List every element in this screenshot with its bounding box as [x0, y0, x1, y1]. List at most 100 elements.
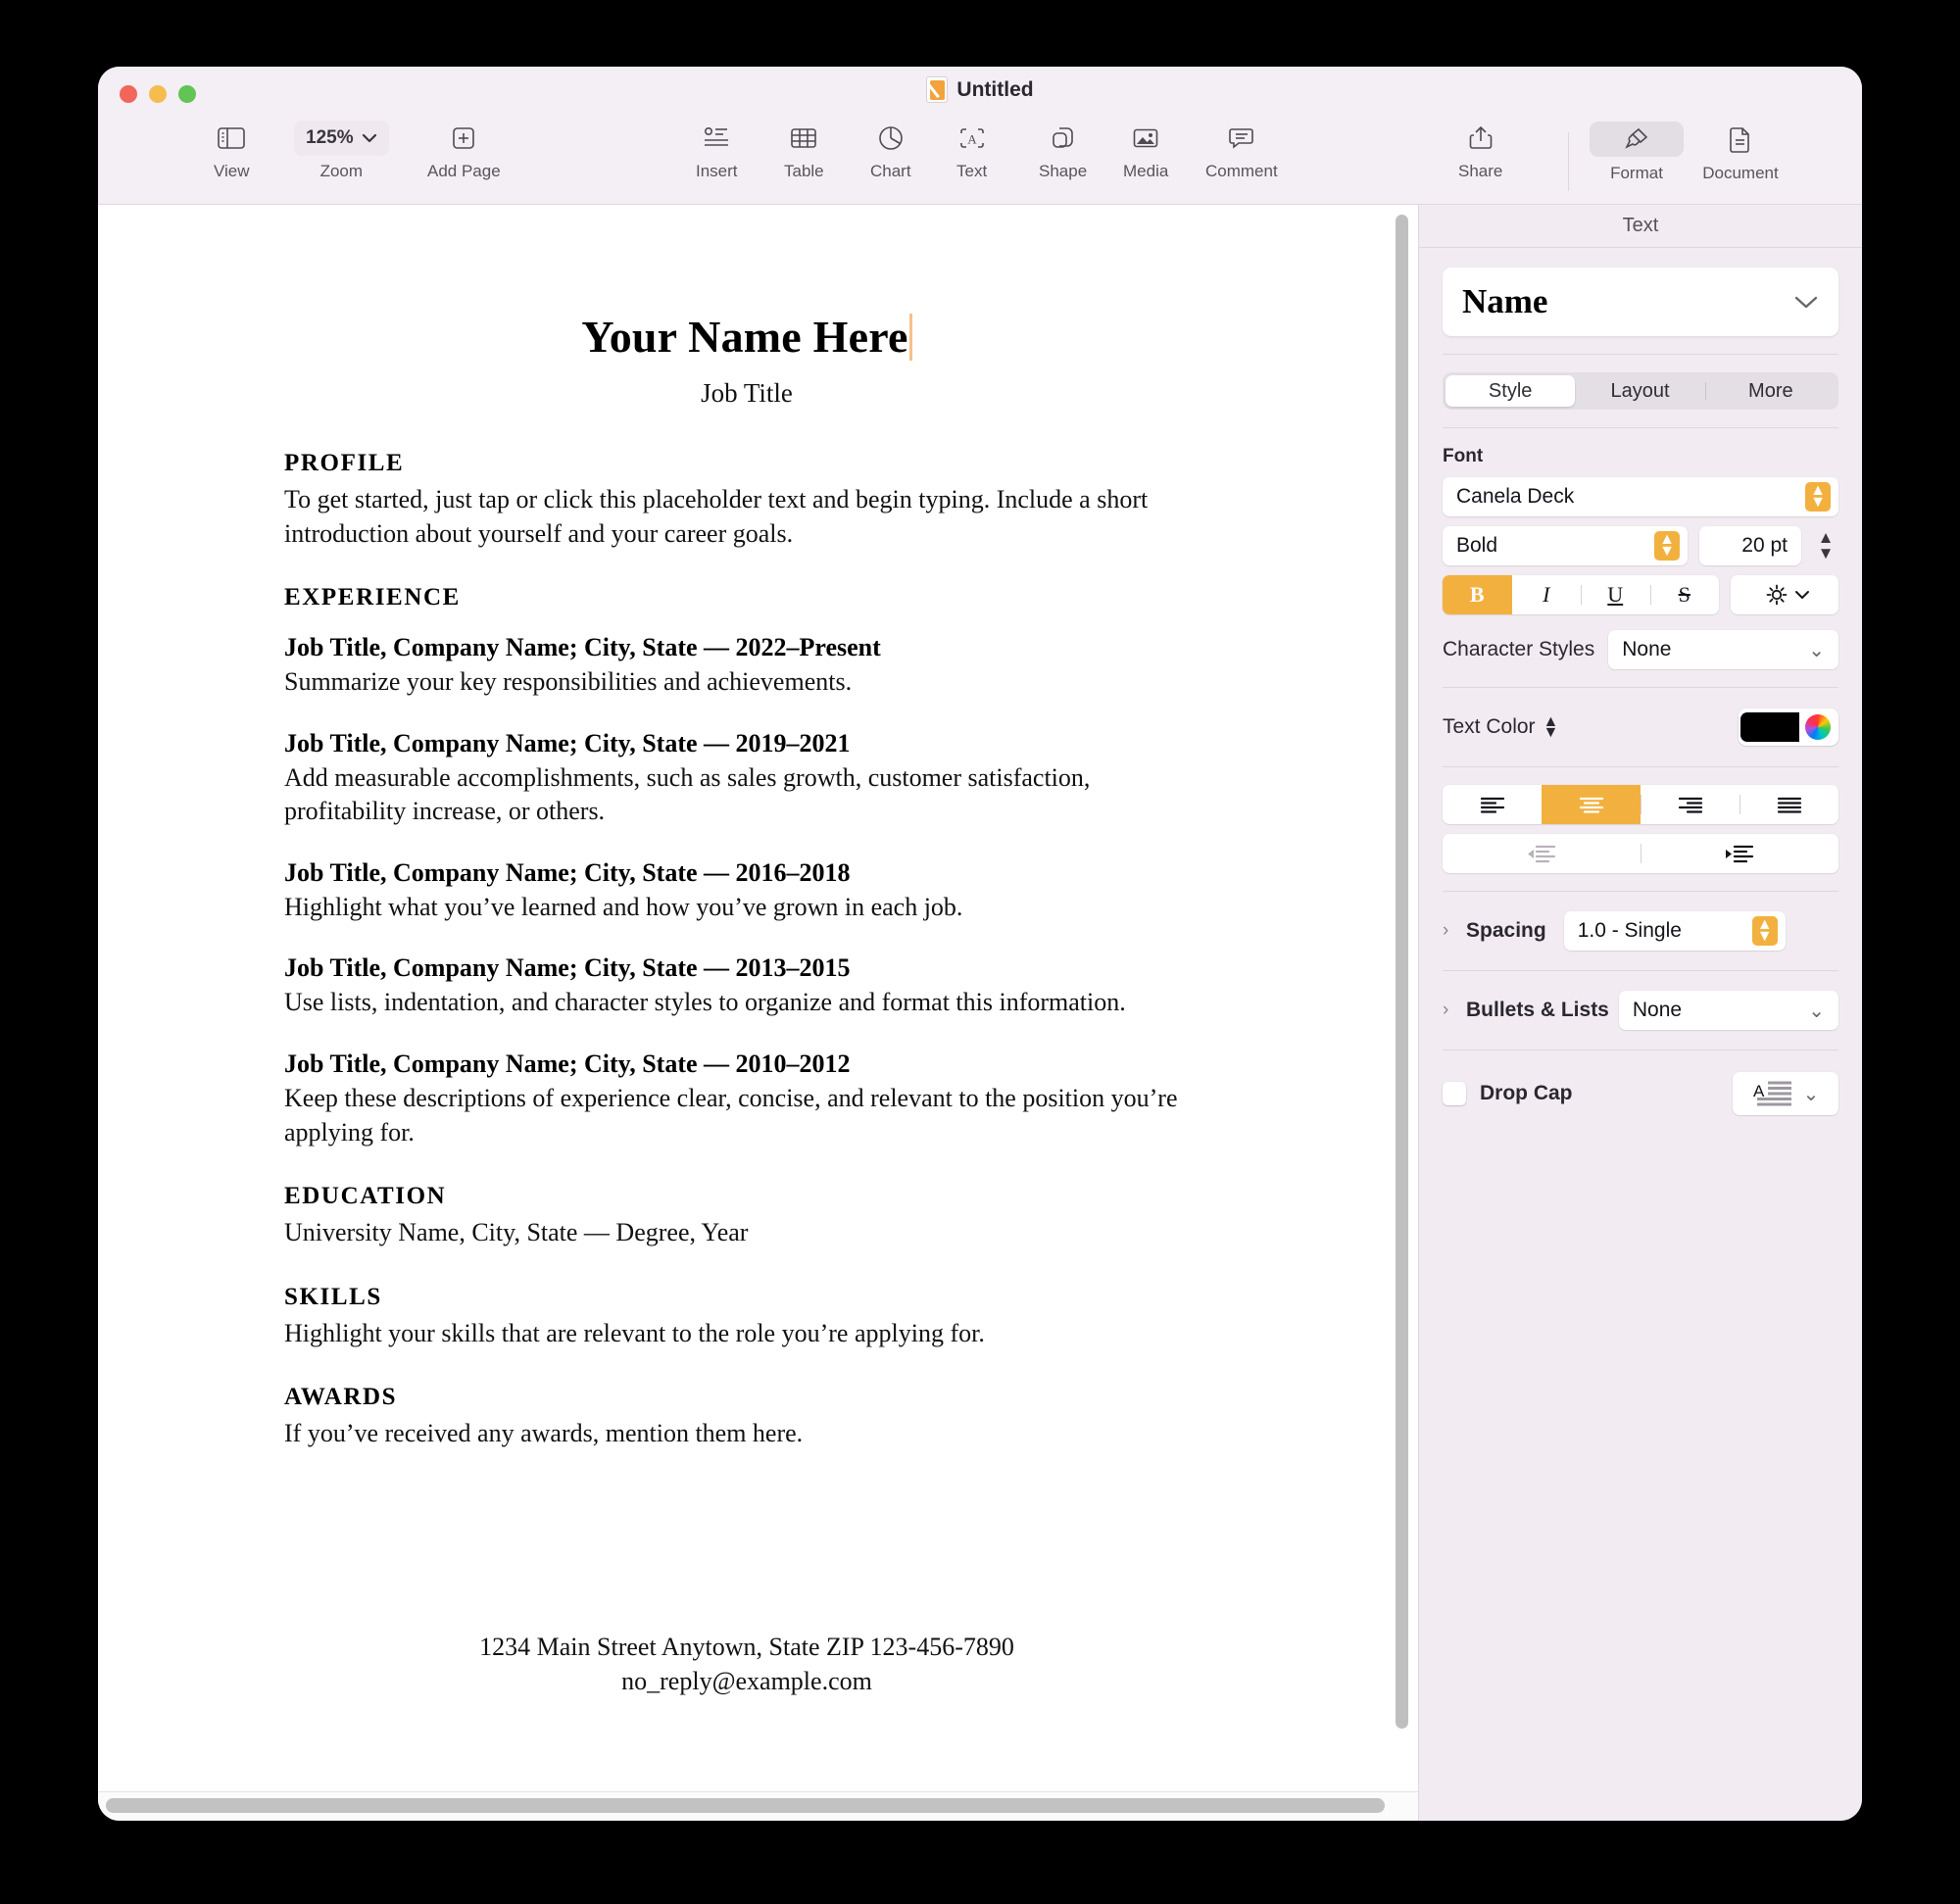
document-canvas[interactable]: Your Name Here Job Title PROFILE To get … [98, 205, 1419, 1821]
toolbar-view-button[interactable]: View [214, 122, 250, 181]
decrease-indent-button[interactable] [1443, 834, 1641, 873]
section-heading-experience[interactable]: EXPERIENCE [284, 584, 1209, 611]
paragraph-style-dropdown[interactable]: Name [1443, 268, 1838, 336]
resume-name[interactable]: Your Name Here [581, 312, 907, 362]
zoom-dropdown[interactable]: 125% [294, 121, 389, 156]
tab-more[interactable]: More [1706, 375, 1836, 407]
stepper-icon[interactable]: ▲ ▼ [1654, 531, 1680, 561]
section-heading-awards[interactable]: AWARDS [284, 1384, 1209, 1411]
footer-email[interactable]: no_reply@example.com [98, 1665, 1396, 1699]
spacing-row[interactable]: › Spacing 1.0 - Single ▲ ▼ [1443, 909, 1838, 952]
text-color-current[interactable] [1740, 712, 1799, 742]
job-title[interactable]: Job Title, Company Name; City, State — 2… [284, 729, 1209, 758]
toolbar-document-button[interactable]: Document [1693, 122, 1788, 183]
app-window: Untitled View 125% Zoom Add Page Insert … [98, 67, 1862, 1821]
toolbar-zoom-control[interactable]: 125% Zoom [294, 121, 389, 181]
job-description[interactable]: Use lists, indentation, and character st… [284, 986, 1209, 1020]
section-heading-skills[interactable]: SKILLS [284, 1284, 1209, 1311]
chevron-right-icon[interactable]: › [1443, 920, 1456, 942]
spacing-dropdown[interactable]: 1.0 - Single ▲ ▼ [1563, 911, 1786, 951]
text-color-swatch[interactable] [1739, 708, 1838, 746]
document-content[interactable]: Your Name Here Job Title PROFILE To get … [98, 311, 1396, 1695]
drop-cap-style-dropdown[interactable]: A ⌄ [1733, 1072, 1838, 1115]
window-title-group: Untitled [98, 76, 1862, 103]
indent-button-group[interactable] [1443, 834, 1838, 873]
chevron-right-icon[interactable]: › [1443, 1000, 1456, 1021]
bullets-lists-dropdown[interactable]: None ⌄ [1618, 991, 1838, 1030]
job-description[interactable]: Highlight what you’ve learned and how yo… [284, 891, 1209, 925]
section-body-awards[interactable]: If you’ve received any awards, mention t… [284, 1417, 1209, 1451]
section-body-education[interactable]: University Name, City, State — Degree, Y… [284, 1216, 1209, 1250]
bold-button[interactable]: B [1443, 575, 1512, 614]
typeface-button-group[interactable]: B I U S [1443, 575, 1719, 614]
align-right-button[interactable] [1641, 785, 1740, 824]
italic-button[interactable]: I [1512, 575, 1582, 614]
toolbar-table-button[interactable]: Table [784, 122, 824, 181]
font-size-input[interactable]: 20 pt [1699, 526, 1801, 565]
strikethrough-button[interactable]: S [1649, 575, 1720, 614]
text-cursor [908, 314, 912, 361]
font-family-dropdown[interactable]: Canela Deck ▲ ▼ [1443, 477, 1838, 516]
toolbar-media-button[interactable]: Media [1123, 122, 1168, 181]
stepper-down-icon[interactable]: ▼ [1818, 545, 1835, 561]
section-body-profile[interactable]: To get started, just tap or click this p… [284, 483, 1209, 551]
section-heading-education[interactable]: EDUCATION [284, 1183, 1209, 1210]
job-title[interactable]: Job Title, Company Name; City, State — 2… [284, 953, 1209, 983]
align-left-button[interactable] [1443, 785, 1542, 824]
job-description[interactable]: Summarize your key responsibilities and … [284, 665, 1209, 700]
horizontal-scrollbar-thumb[interactable] [106, 1798, 1385, 1813]
resume-job-title[interactable]: Job Title [98, 378, 1396, 409]
vertical-scrollbar[interactable] [1396, 215, 1408, 1729]
align-center-button[interactable] [1542, 785, 1641, 824]
stepper-icon[interactable]: ▲ ▼ [1751, 916, 1778, 946]
job-title[interactable]: Job Title, Company Name; City, State — 2… [284, 633, 1209, 662]
character-styles-value: None [1622, 638, 1672, 660]
toolbar-text-label: Text [956, 162, 988, 180]
footer-address-phone[interactable]: 1234 Main Street Anytown, State ZIP 123-… [98, 1631, 1396, 1665]
job-title[interactable]: Job Title, Company Name; City, State — 2… [284, 858, 1209, 888]
text-color-label-group[interactable]: Text Color ▲ ▼ [1443, 713, 1558, 740]
toolbar-separator [1568, 132, 1569, 191]
job-title[interactable]: Job Title, Company Name; City, State — 2… [284, 1050, 1209, 1079]
font-options-button[interactable] [1731, 575, 1838, 614]
bullets-lists-row[interactable]: › Bullets & Lists None ⌄ [1443, 989, 1838, 1032]
stepper-up-icon[interactable]: ▲ [1818, 530, 1835, 547]
tab-style[interactable]: Style [1446, 375, 1576, 407]
media-image-icon [1132, 122, 1159, 155]
alignment-button-group[interactable] [1443, 785, 1838, 824]
font-style-dropdown[interactable]: Bold ▲ ▼ [1443, 526, 1688, 565]
character-styles-dropdown[interactable]: None ⌄ [1608, 630, 1838, 669]
increase-indent-button[interactable] [1641, 834, 1838, 873]
toolbar-text-button[interactable]: A Text [956, 122, 987, 181]
drop-cap-checkbox[interactable] [1443, 1082, 1466, 1105]
toolbar-comment-button[interactable]: Comment [1205, 122, 1278, 181]
section-heading-profile[interactable]: PROFILE [284, 450, 1209, 477]
divider [1443, 891, 1838, 892]
chevron-down-icon [1795, 591, 1809, 599]
tab-layout[interactable]: Layout [1575, 375, 1704, 407]
toolbar-chart-button[interactable]: Chart [870, 122, 911, 181]
toolbar-insert-button[interactable]: Insert [696, 122, 738, 181]
resume-sections: PROFILE To get started, just tap or clic… [284, 409, 1209, 1451]
job-description[interactable]: Add measurable accomplishments, such as … [284, 761, 1209, 829]
document-pencil-icon [926, 76, 949, 103]
toolbar-share-button[interactable]: Share [1458, 122, 1502, 181]
color-wheel-icon[interactable] [1799, 710, 1837, 744]
document-page[interactable]: Your Name Here Job Title PROFILE To get … [98, 205, 1396, 1781]
bullets-lists-value: None [1632, 999, 1683, 1021]
resume-name-line[interactable]: Your Name Here [98, 311, 1396, 363]
section-body-skills[interactable]: Highlight your skills that are relevant … [284, 1317, 1209, 1351]
job-description[interactable]: Keep these descriptions of experience cl… [284, 1082, 1209, 1149]
toolbar-chart-label: Chart [870, 162, 911, 180]
toolbar-shape-button[interactable]: Shape [1039, 122, 1087, 181]
stepper-icon[interactable]: ▲ ▼ [1805, 482, 1831, 512]
horizontal-scrollbar-track[interactable] [98, 1791, 1418, 1821]
align-justify-button[interactable] [1740, 785, 1838, 824]
font-size-stepper[interactable]: ▲ ▼ [1813, 530, 1838, 561]
format-inspector: Text Name Style Layout More Font Canela … [1419, 205, 1862, 1821]
resume-footer[interactable]: 1234 Main Street Anytown, State ZIP 123-… [98, 1631, 1396, 1698]
toolbar-format-button[interactable]: Format [1590, 122, 1684, 183]
underline-button[interactable]: U [1581, 575, 1650, 614]
toolbar-add-page-button[interactable]: Add Page [427, 122, 501, 181]
inspector-tabs[interactable]: Style Layout More [1443, 372, 1838, 410]
